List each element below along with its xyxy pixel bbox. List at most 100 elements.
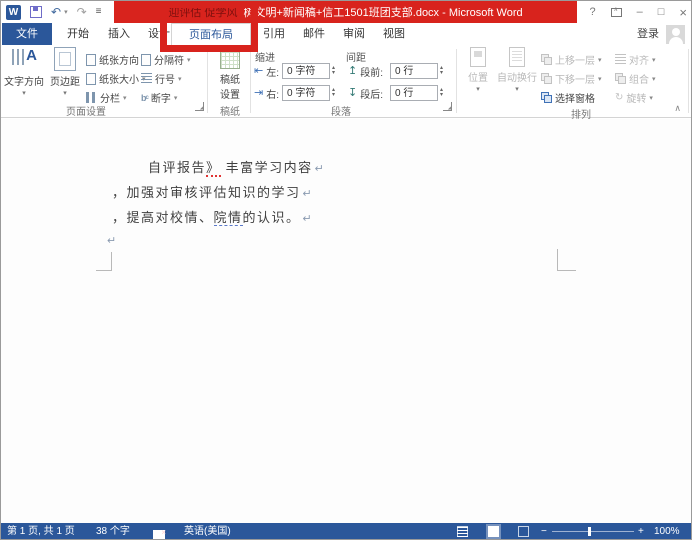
zoom-in-button[interactable]: + bbox=[638, 523, 644, 539]
tab-home[interactable]: 开始 bbox=[59, 23, 97, 45]
word-count[interactable]: 38 个字 bbox=[96, 523, 130, 539]
indent-right-field[interactable]: 0 字符 ▴ ▾ bbox=[282, 85, 335, 101]
collapse-ribbon-icon[interactable]: ∧ bbox=[674, 103, 681, 114]
doc-text: 的认识。 bbox=[242, 210, 301, 225]
doc-line-1: 自评报告》 丰富学习内容 ↵ bbox=[148, 157, 324, 177]
line-numbers-icon bbox=[141, 73, 152, 84]
zoom-out-button[interactable]: − bbox=[541, 523, 547, 539]
breaks-label: 分隔符 bbox=[154, 56, 184, 67]
read-mode-view-icon[interactable] bbox=[457, 526, 468, 539]
line-numbers-label: 行号 bbox=[155, 75, 175, 86]
text-direction-button[interactable]: A 文字方向 ▾ bbox=[3, 47, 45, 97]
help-icon[interactable]: ? bbox=[590, 6, 596, 18]
minimize-icon[interactable]: – bbox=[637, 6, 643, 18]
tab-view[interactable]: 视图 bbox=[375, 23, 413, 45]
indent-right-spinner[interactable]: ▴ ▾ bbox=[332, 87, 335, 98]
indent-left-value[interactable]: 0 字符 bbox=[282, 63, 330, 79]
align-icon bbox=[615, 54, 626, 65]
paper-size-icon bbox=[86, 72, 96, 85]
group-separator bbox=[688, 49, 689, 113]
spacing-before-icon: ↥ bbox=[348, 65, 358, 77]
page-setup-dialog-launcher-icon[interactable] bbox=[195, 102, 204, 111]
wrap-text-label: 自动换行 bbox=[497, 73, 537, 84]
margins-label: 页边距 bbox=[50, 77, 80, 88]
hyphenation-label: 断字 bbox=[150, 94, 171, 105]
tab-mailings[interactable]: 邮件 bbox=[295, 23, 333, 45]
proofing-status-icon[interactable] bbox=[153, 524, 166, 539]
rotate-button[interactable]: ↻ 旋转 ▾ bbox=[615, 90, 653, 105]
spacing-before-spinner[interactable]: ▴ ▾ bbox=[440, 65, 443, 76]
tab-insert[interactable]: 插入 bbox=[100, 23, 138, 45]
chevron-down-icon: ▾ bbox=[123, 94, 127, 102]
document-canvas[interactable]: 自评报告》 丰富学习内容 ↵ ，加强对审核评估知识的学习 ↵ ，提高对校情、院情的认… bbox=[1, 119, 691, 523]
indent-left-label: 左: bbox=[266, 68, 279, 79]
page-indicator[interactable]: 第 1 页, 共 1 页 bbox=[7, 523, 75, 539]
page-setup-group-label: 页面设置 bbox=[66, 107, 106, 118]
spacing-after-value[interactable]: 0 行 bbox=[390, 85, 438, 101]
grid-paper-label-line1: 稿纸 bbox=[220, 75, 240, 86]
spacing-before-value[interactable]: 0 行 bbox=[390, 63, 438, 79]
zoom-level[interactable]: 100% bbox=[654, 523, 680, 539]
hyphenation-button[interactable]: bᶜ 断字 ▾ bbox=[141, 90, 177, 106]
doc-text-hyperlink-check: 院情 bbox=[213, 210, 243, 226]
ribbon-display-options-icon[interactable] bbox=[610, 6, 622, 17]
redo-icon[interactable]: ↷ bbox=[77, 6, 87, 18]
bring-forward-button[interactable]: 上移一层 ▾ bbox=[541, 52, 602, 67]
group-button[interactable]: 组合 ▾ bbox=[615, 71, 656, 86]
indent-left-field[interactable]: 0 字符 ▴ ▾ bbox=[282, 63, 335, 79]
status-bar: 第 1 页, 共 1 页 38 个字 英语(美国) − + 100% bbox=[1, 523, 691, 539]
indent-right-value[interactable]: 0 字符 bbox=[282, 85, 330, 101]
spacing-after-row: ↧ 段后: bbox=[348, 86, 383, 102]
tab-file[interactable]: 文件 bbox=[2, 23, 52, 45]
line-numbers-button[interactable]: 行号 ▾ bbox=[141, 71, 182, 86]
spacing-after-field[interactable]: 0 行 ▴ ▾ bbox=[390, 85, 443, 101]
align-label: 对齐 bbox=[629, 56, 649, 67]
undo-dropdown-icon[interactable]: ▾ bbox=[64, 8, 68, 16]
print-layout-view-icon[interactable] bbox=[486, 524, 501, 539]
zoom-slider-track[interactable] bbox=[552, 531, 634, 532]
tab-references[interactable]: 引用 bbox=[255, 23, 293, 45]
doc-text: 自评报告 bbox=[148, 160, 207, 175]
position-button[interactable]: 位置 ▾ bbox=[461, 47, 495, 93]
customize-qat-icon[interactable]: ≡ bbox=[96, 7, 102, 17]
grid-paper-setup-button[interactable]: 稿纸 设置 bbox=[212, 47, 248, 101]
margins-button[interactable]: 页边距 ▾ bbox=[47, 47, 83, 97]
grid-paper-group-label: 稿纸 bbox=[220, 107, 240, 118]
align-button[interactable]: 对齐 ▾ bbox=[615, 52, 656, 67]
position-label: 位置 bbox=[468, 73, 488, 84]
zoom-slider-thumb[interactable] bbox=[588, 527, 591, 536]
send-backward-button[interactable]: 下移一层 ▾ bbox=[541, 71, 602, 86]
window-controls: ? – □ × bbox=[590, 1, 688, 23]
text-direction-label: 文字方向 bbox=[4, 77, 44, 88]
language-indicator[interactable]: 英语(美国) bbox=[184, 523, 231, 539]
orientation-label: 纸张方向 bbox=[99, 56, 139, 67]
indent-heading: 缩进 bbox=[255, 53, 275, 64]
tab-review[interactable]: 审阅 bbox=[335, 23, 373, 45]
web-layout-view-icon[interactable] bbox=[518, 526, 529, 539]
undo-icon[interactable]: ↶ bbox=[51, 6, 61, 18]
indent-left-spinner[interactable]: ▴ ▾ bbox=[332, 65, 335, 76]
send-backward-icon bbox=[541, 73, 552, 84]
paper-size-button[interactable]: 纸张大小 ▾ bbox=[86, 71, 146, 86]
paragraph-dialog-launcher-icon[interactable] bbox=[443, 102, 452, 111]
indent-right-row: ⇥ 右: bbox=[254, 86, 279, 102]
pilcrow-mark: ↵ bbox=[314, 163, 324, 175]
spacing-before-field[interactable]: 0 行 ▴ ▾ bbox=[390, 63, 443, 79]
selection-pane-button[interactable]: 选择窗格 bbox=[541, 90, 595, 105]
breaks-button[interactable]: 分隔符 ▾ bbox=[141, 52, 191, 67]
orientation-button[interactable]: 纸张方向 ▾ bbox=[86, 52, 146, 67]
chevron-down-icon: ▾ bbox=[652, 56, 656, 64]
chevron-down-icon: ▾ bbox=[598, 56, 602, 64]
doc-line-4: ↵ bbox=[105, 232, 116, 247]
spacing-after-spinner[interactable]: ▴ ▾ bbox=[440, 87, 443, 98]
annotation-highlight-box bbox=[160, 1, 258, 52]
bring-forward-icon bbox=[541, 54, 552, 65]
maximize-icon[interactable]: □ bbox=[658, 6, 665, 18]
save-icon[interactable] bbox=[30, 6, 42, 18]
user-avatar-icon[interactable] bbox=[666, 25, 685, 44]
wrap-text-button[interactable]: 自动换行 ▾ bbox=[495, 47, 539, 93]
chevron-down-icon: ▾ bbox=[598, 75, 602, 83]
close-icon[interactable]: × bbox=[679, 5, 687, 20]
sign-in-link[interactable]: 登录 bbox=[637, 23, 659, 45]
doc-line-2: ，加强对审核评估知识的学习 ↵ bbox=[112, 182, 312, 201]
